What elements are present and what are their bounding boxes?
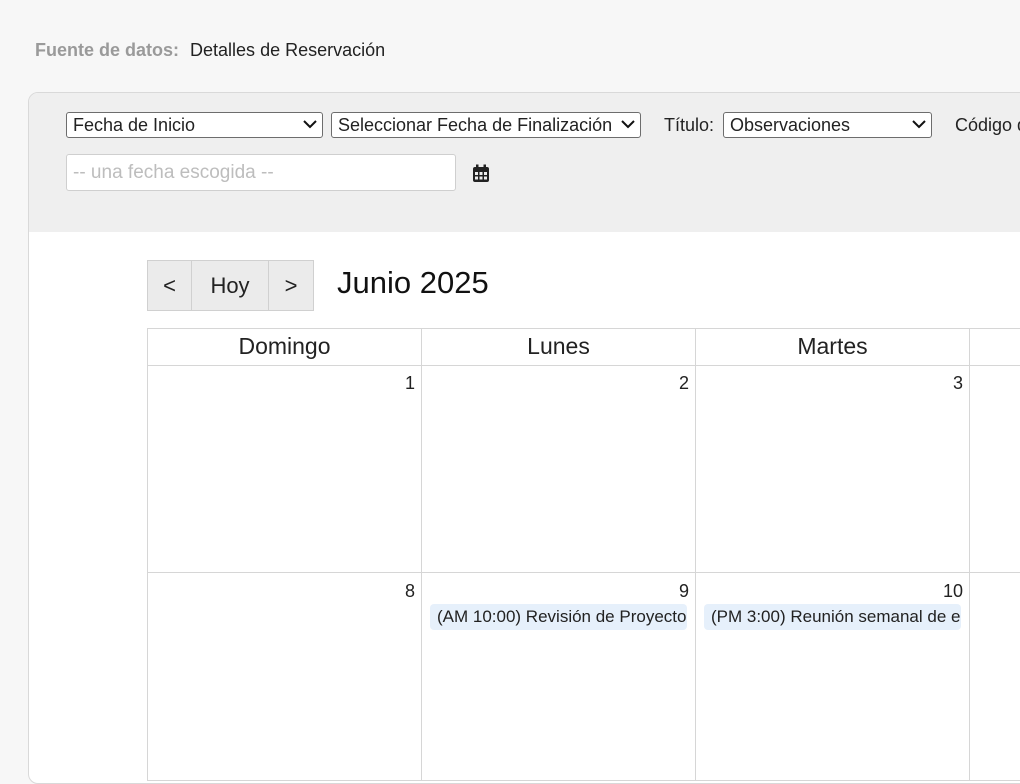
calendar-nav: < Hoy > xyxy=(147,260,314,311)
calendar-panel: Fecha de Inicio Seleccionar Fecha de Fin… xyxy=(28,92,1020,784)
weekday-sunday: Domingo xyxy=(147,329,421,365)
weekday-header: Domingo Lunes Martes xyxy=(147,328,1020,366)
calendar-grid: 1 2 3 8 9 (AM 10:00) Revisión de Proyect… xyxy=(147,365,1020,781)
start-date-select-value: Fecha de Inicio xyxy=(73,115,196,135)
day-number: 2 xyxy=(678,373,689,393)
end-date-select[interactable]: Seleccionar Fecha de Finalización xyxy=(331,112,641,138)
day-number: 3 xyxy=(952,373,963,393)
chevron-down-icon xyxy=(303,120,317,129)
title-label: Título: xyxy=(664,115,715,135)
day-number: 10 xyxy=(942,581,963,601)
day-cell[interactable]: 3 xyxy=(695,365,969,572)
chevron-down-icon xyxy=(621,120,635,129)
date-input[interactable]: -- una fecha escogida -- xyxy=(66,154,456,191)
weekday-wednesday xyxy=(969,329,1020,365)
day-cell[interactable]: 9 (AM 10:00) Revisión de Proyecto xyxy=(421,573,695,780)
month-title: Junio 2025 xyxy=(337,265,489,300)
code-label: Código de xyxy=(955,115,1020,135)
day-cell[interactable]: 2 xyxy=(421,365,695,572)
calendar-week: 1 2 3 xyxy=(147,365,1020,573)
prev-month-button[interactable]: < xyxy=(148,261,192,310)
today-button[interactable]: Hoy xyxy=(192,261,269,310)
title-select[interactable]: Observaciones xyxy=(723,112,932,138)
calendar-event[interactable]: (AM 10:00) Revisión de Proyecto xyxy=(430,604,687,630)
weekday-monday: Lunes xyxy=(421,329,695,365)
filter-toolbar: Fecha de Inicio Seleccionar Fecha de Fin… xyxy=(29,93,1020,232)
day-number: 8 xyxy=(404,581,415,601)
title-select-value: Observaciones xyxy=(730,115,851,135)
day-number: 1 xyxy=(404,373,415,393)
day-cell[interactable]: 10 (PM 3:00) Reunión semanal de equipo xyxy=(695,573,969,780)
day-cell[interactable]: 1 xyxy=(147,365,421,572)
day-number: 9 xyxy=(678,581,689,601)
calendar-week: 8 9 (AM 10:00) Revisión de Proyecto 10 (… xyxy=(147,573,1020,781)
end-date-select-value: Seleccionar Fecha de Finalización xyxy=(338,115,613,135)
data-source-line: Fuente de datos: Detalles de Reservación xyxy=(35,38,385,62)
data-source-label: Fuente de datos: xyxy=(35,40,180,60)
chevron-down-icon xyxy=(912,120,926,129)
weekday-tuesday: Martes xyxy=(695,329,969,365)
next-month-button[interactable]: > xyxy=(269,261,313,310)
day-cell[interactable] xyxy=(969,365,1020,572)
calendar-icon[interactable] xyxy=(472,164,490,183)
calendar-event[interactable]: (PM 3:00) Reunión semanal de equipo xyxy=(704,604,961,630)
data-source-value: Detalles de Reservación xyxy=(190,40,386,60)
day-cell[interactable] xyxy=(969,573,1020,780)
start-date-select[interactable]: Fecha de Inicio xyxy=(66,112,323,138)
day-cell[interactable]: 8 xyxy=(147,573,421,780)
